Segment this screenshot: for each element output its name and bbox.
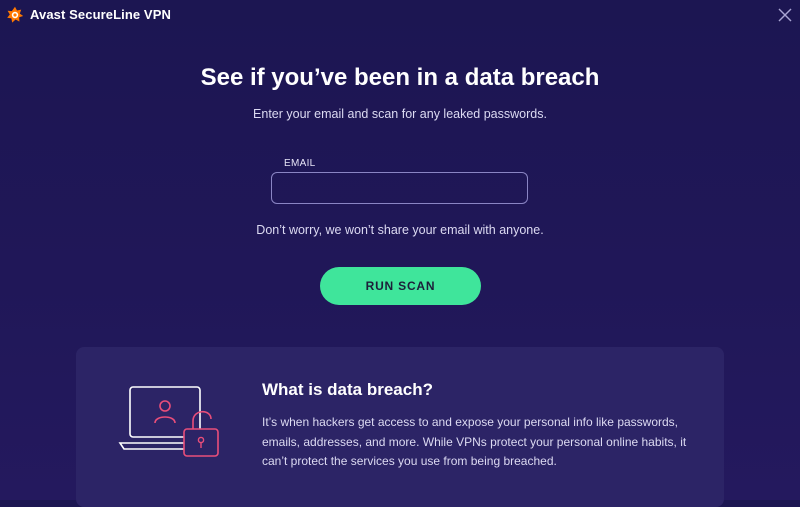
info-card-title: What is data breach? <box>262 380 433 399</box>
page-subtitle: Enter your email and scan for any leaked… <box>253 107 547 121</box>
info-card-body: It’s when hackers get access to and expo… <box>262 415 687 468</box>
run-scan-button[interactable]: RUN SCAN <box>320 267 481 305</box>
page-title: See if you’ve been in a data breach <box>200 64 600 91</box>
email-field[interactable] <box>271 172 528 204</box>
title-bar: Avast SecureLine VPN <box>0 0 800 30</box>
laptop-lock-icon <box>118 386 219 457</box>
info-card: What is data breach? It’s when hackers g… <box>76 347 724 507</box>
app-title: Avast SecureLine VPN <box>30 7 171 22</box>
close-icon[interactable] <box>776 6 794 24</box>
email-field-label: EMAIL <box>284 158 316 169</box>
avast-logo-icon <box>7 6 24 23</box>
privacy-note: Don’t worry, we won’t share your email w… <box>256 223 544 237</box>
